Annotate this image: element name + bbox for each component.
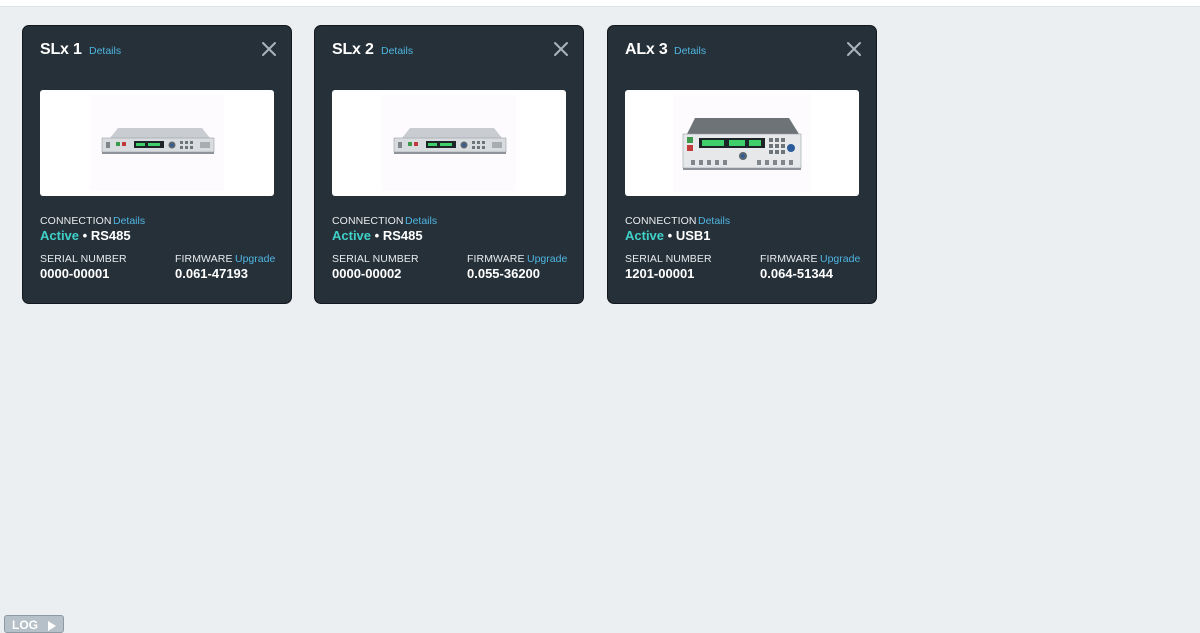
status-active: Active: [40, 228, 80, 243]
connection-label: CONNECTION: [332, 215, 404, 227]
close-icon[interactable]: [846, 41, 862, 57]
serial-number-value: 0000-00002: [332, 266, 402, 281]
device-name: SLx 1: [40, 41, 82, 58]
status-active: Active: [332, 228, 372, 243]
device-card: ALx 3 Details CONNECTION Details Active …: [607, 25, 877, 304]
rack-power-supply-1u-icon: [382, 95, 516, 191]
connection-label: CONNECTION: [625, 215, 697, 227]
serial-number-value: 0000-00001: [40, 266, 110, 281]
firmware-label: FIRMWARE: [175, 253, 233, 265]
serial-number-label: SERIAL NUMBER: [625, 253, 712, 265]
firmware-value: 0.061-47193: [175, 266, 249, 281]
firmware-value: 0.064-51344: [760, 266, 834, 281]
serial-number-label: SERIAL NUMBER: [40, 253, 127, 265]
status-separator: •: [82, 228, 88, 243]
connection-details-link[interactable]: Details: [405, 215, 437, 227]
serial-number-label: SERIAL NUMBER: [332, 253, 419, 265]
close-icon[interactable]: [261, 41, 277, 57]
device-image: [625, 90, 859, 196]
firmware-upgrade-link[interactable]: Upgrade: [527, 253, 567, 265]
status-separator: •: [374, 228, 380, 243]
top-bar: [0, 0, 1200, 7]
status-separator: •: [667, 228, 673, 243]
connection-interface: RS485: [382, 228, 423, 243]
connection-interface: RS485: [90, 228, 131, 243]
device-card: SLx 1 Details CONNECTION Details Active …: [22, 25, 292, 304]
device-details-link[interactable]: Details: [381, 45, 413, 57]
connection-details-link[interactable]: Details: [113, 215, 145, 227]
rack-power-supply-1u-icon: [90, 95, 224, 191]
connection-status: Active • RS485: [332, 228, 423, 243]
firmware-upgrade-link[interactable]: Upgrade: [820, 253, 860, 265]
device-name: ALx 3: [625, 41, 668, 58]
device-name: SLx 2: [332, 41, 374, 58]
device-image: [332, 90, 566, 196]
firmware-label: FIRMWARE: [760, 253, 818, 265]
connection-status: Active • USB1: [625, 228, 711, 243]
connection-details-link[interactable]: Details: [698, 215, 730, 227]
firmware-label: FIRMWARE: [467, 253, 525, 265]
firmware-value: 0.055-36200: [467, 266, 541, 281]
connection-label: CONNECTION: [40, 215, 112, 227]
connection-status: Active • RS485: [40, 228, 131, 243]
log-toggle-button[interactable]: LOG: [4, 615, 64, 633]
close-icon[interactable]: [553, 41, 569, 57]
device-details-link[interactable]: Details: [89, 45, 121, 57]
serial-number-value: 1201-00001: [625, 266, 695, 281]
rack-power-supply-3u-icon: [673, 94, 811, 192]
status-active: Active: [625, 228, 665, 243]
firmware-upgrade-link[interactable]: Upgrade: [235, 253, 275, 265]
device-image: [40, 90, 274, 196]
device-card: SLx 2 Details CONNECTION Details Active …: [314, 25, 584, 304]
connection-interface: USB1: [675, 228, 711, 243]
device-details-link[interactable]: Details: [674, 45, 706, 57]
